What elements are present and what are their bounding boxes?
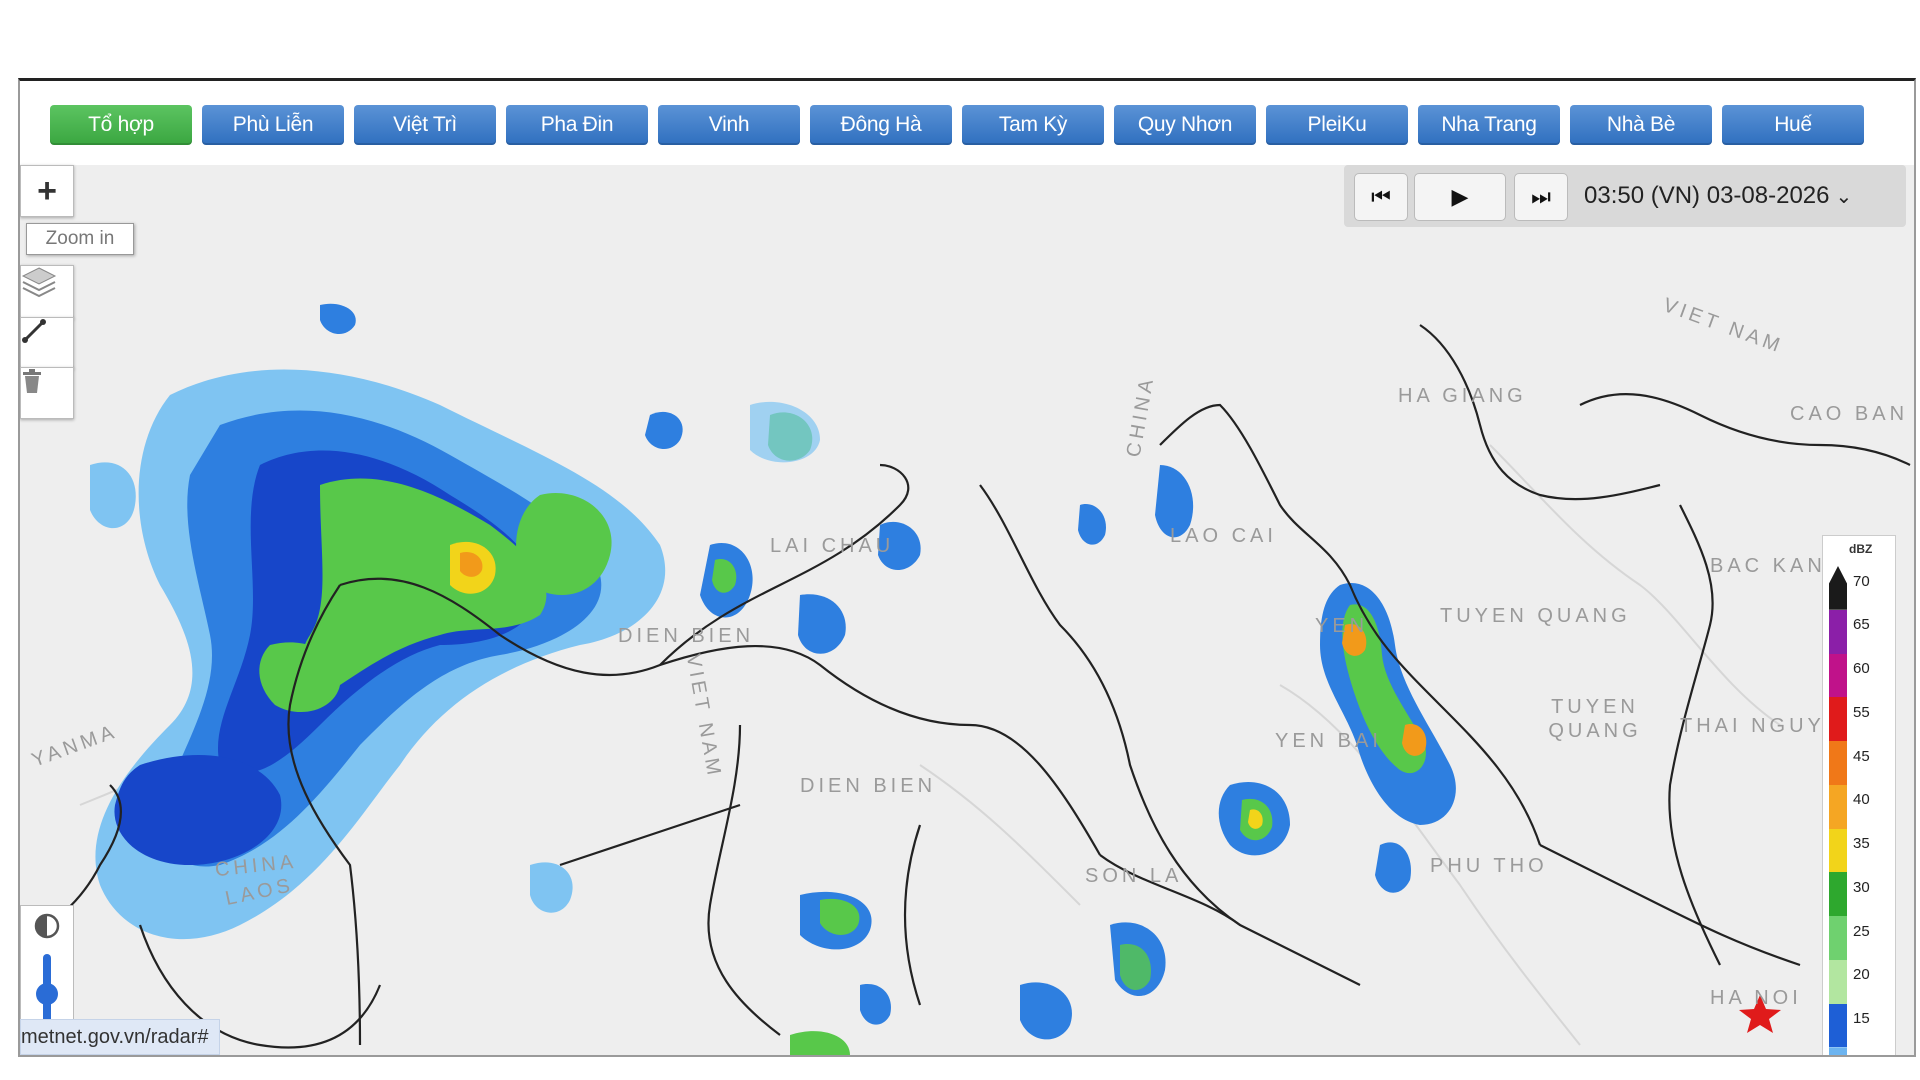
map-label: TUYEN QUANG: [1440, 605, 1631, 627]
map-label: THAI NGUY: [1680, 715, 1825, 737]
map-label: BAC KAN: [1710, 555, 1826, 577]
tab-nha-be[interactable]: Nhà Bè: [1570, 105, 1712, 145]
legend-unit: dBZ: [1849, 542, 1873, 556]
tab-pleiku[interactable]: PleiKu: [1266, 105, 1408, 145]
station-tabbar: Tổ hợp Phù Liễn Việt Trì Pha Đin Vinh Đô…: [20, 81, 1914, 165]
tab-dong-ha[interactable]: Đông Hà: [810, 105, 952, 145]
legend-swatch: [1829, 653, 1847, 698]
legend-label: 70: [1853, 572, 1870, 590]
legend-swatch: [1829, 697, 1847, 741]
radar-map[interactable]: HA GIANG CAO BAN VIET NAM CHINA LAO CAI …: [20, 165, 1914, 1055]
tab-nha-trang[interactable]: Nha Trang: [1418, 105, 1560, 145]
map-label: TUYEN QUANG: [1548, 696, 1642, 742]
time-player: ⏮ ▶ ⏭ 03:50 (VN) 03-08-2026 ⌄: [1344, 165, 1906, 227]
trash-icon: [23, 369, 41, 393]
legend-swatch: [1829, 916, 1847, 960]
dbz-legend: dBZ 70 65 60 55 45 40 35 30 25 20 15 10: [1822, 535, 1896, 1055]
map-label: LAI CHAU: [770, 535, 895, 557]
delete-button[interactable]: [20, 367, 74, 419]
legend-swatch: [1829, 1003, 1847, 1048]
legend-label: 30: [1853, 878, 1870, 896]
measure-button[interactable]: [20, 317, 74, 369]
legend-label: 65: [1853, 616, 1870, 634]
ruler-icon: [22, 319, 46, 343]
tab-quy-nhon[interactable]: Quy Nhơn: [1114, 105, 1256, 145]
legend-label: 20: [1853, 966, 1870, 984]
legend-swatch: [1829, 609, 1847, 654]
legend-label: 10: [1853, 1054, 1870, 1055]
time-value: 03:50 (VN) 03-08-2026: [1584, 182, 1830, 209]
time-select[interactable]: 03:50 (VN) 03-08-2026 ⌄: [1584, 175, 1852, 217]
chevron-down-icon: ⌄: [1835, 185, 1853, 208]
tab-pha-din[interactable]: Pha Đin: [506, 105, 648, 145]
legend-swatch: [1829, 872, 1847, 916]
legend-swatch: [1829, 566, 1847, 610]
map-label: PHU THO: [1430, 855, 1548, 877]
next-frame-button[interactable]: ⏭: [1514, 173, 1568, 221]
layers-button[interactable]: [20, 265, 74, 319]
map-label: SON LA: [1085, 865, 1183, 887]
map-label: DIEN BIEN: [618, 625, 755, 647]
legend-swatch: [1829, 959, 1847, 1004]
map-label: LAO CAI: [1170, 525, 1277, 547]
play-button[interactable]: ▶: [1414, 173, 1506, 221]
map-label: HA GIANG: [1398, 385, 1527, 407]
legend-label: 60: [1853, 660, 1870, 678]
tab-to-hop[interactable]: Tổ hợp: [50, 105, 192, 145]
tab-vinh[interactable]: Vinh: [658, 105, 800, 145]
legend-label: 15: [1853, 1010, 1870, 1028]
status-url: metnet.gov.vn/radar#: [20, 1019, 220, 1055]
legend-swatch: [1829, 1047, 1847, 1055]
radar-echoes: [90, 303, 1456, 1055]
tab-phu-lien[interactable]: Phù Liễn: [202, 105, 344, 145]
tab-viet-tri[interactable]: Việt Trì: [354, 105, 496, 145]
map-label: YEN BAI: [1275, 730, 1382, 752]
contrast-icon: [34, 913, 60, 939]
legend-label: 40: [1853, 791, 1870, 809]
legend-swatch: [1829, 784, 1847, 829]
opacity-knob[interactable]: [36, 983, 58, 1005]
legend-label: 35: [1853, 835, 1870, 853]
zoom-tooltip: Zoom in: [26, 223, 134, 255]
legend-label: 45: [1853, 747, 1870, 765]
legend-color-bar: [1829, 566, 1847, 1055]
tab-hue[interactable]: Huế: [1722, 105, 1864, 145]
legend-swatch: [1829, 741, 1847, 785]
zoom-in-button[interactable]: +: [20, 165, 74, 217]
legend-label: 25: [1853, 922, 1870, 940]
layers-icon: [21, 267, 57, 298]
legend-label: 55: [1853, 703, 1870, 721]
radar-app: Tổ hợp Phù Liễn Việt Trì Pha Đin Vinh Đô…: [18, 78, 1916, 1057]
legend-swatch: [1829, 828, 1847, 873]
map-label: DIEN BIEN: [800, 775, 937, 797]
legend-labels: 70 65 60 55 45 40 35 30 25 20 15 10: [1853, 566, 1893, 1055]
prev-frame-button[interactable]: ⏮: [1354, 173, 1408, 221]
map-label: CAO BAN: [1790, 403, 1909, 425]
tab-tam-ky[interactable]: Tam Kỳ: [962, 105, 1104, 145]
map-label: YEN: [1315, 615, 1369, 637]
map-label: HA NOI: [1710, 987, 1802, 1009]
